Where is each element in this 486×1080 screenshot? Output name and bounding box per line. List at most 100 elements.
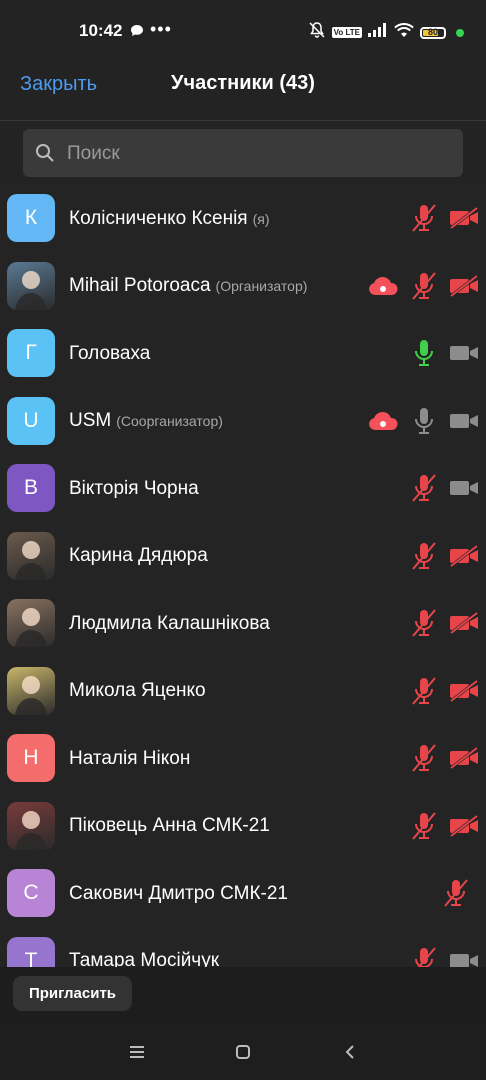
mic-muted-icon[interactable] xyxy=(407,607,441,639)
back-button[interactable] xyxy=(338,1040,362,1064)
avatar xyxy=(7,666,55,715)
participant-name-group: USM (Соорганизатор) xyxy=(69,388,223,455)
status-time: 10:42 xyxy=(79,21,123,40)
video-off-icon[interactable] xyxy=(447,675,481,707)
video-icon[interactable] xyxy=(447,337,481,369)
participant-role: (Организатор) xyxy=(215,278,308,294)
participant-row[interactable]: Людмила Калашнікова xyxy=(0,590,486,657)
avatar xyxy=(7,261,55,310)
cloud-recording-icon xyxy=(366,405,400,437)
invite-button[interactable]: Пригласить xyxy=(13,976,132,1011)
participant-name: Наталія Нікон xyxy=(69,747,191,769)
mic-muted-icon[interactable] xyxy=(407,270,441,302)
search-icon xyxy=(35,143,55,168)
participant-name-group: Піковець Анна СМК-21 xyxy=(69,793,270,860)
avatar: U xyxy=(7,396,55,445)
participant-row[interactable]: Т Тамара Мосійчук xyxy=(0,928,486,967)
participant-role: (я) xyxy=(252,210,270,227)
avatar: К xyxy=(7,194,55,242)
video-icon[interactable] xyxy=(447,472,481,504)
search-box[interactable] xyxy=(23,129,463,179)
participant-row[interactable]: К Колісниченко Ксенія (я) xyxy=(0,185,486,252)
participant-row[interactable]: Микола Яценко xyxy=(0,658,486,725)
privacy-dot-icon xyxy=(456,28,464,37)
search-input[interactable] xyxy=(65,129,449,179)
home-button[interactable] xyxy=(231,1040,255,1064)
status-icons: Vo LTE 80 xyxy=(308,21,464,44)
video-off-icon[interactable] xyxy=(447,202,481,234)
avatar: С xyxy=(7,869,55,917)
mic-muted-icon[interactable] xyxy=(407,540,441,572)
search-bar xyxy=(0,121,486,185)
avatar xyxy=(7,599,55,647)
participant-name-group: Колісниченко Ксенія (я) xyxy=(69,185,270,252)
participant-name: Тамара Мосійчук xyxy=(69,950,220,967)
mic-icon[interactable] xyxy=(407,405,441,437)
mic-icon[interactable] xyxy=(407,337,441,369)
more-icon: ••• xyxy=(150,19,172,39)
avatar xyxy=(7,531,55,580)
participant-name: Mihail Potoroaca xyxy=(69,275,211,296)
avatar xyxy=(7,801,55,850)
message-icon xyxy=(130,24,144,42)
participant-name: USM xyxy=(69,410,112,431)
video-off-icon[interactable] xyxy=(447,810,481,842)
volte-badge: Vo LTE xyxy=(331,27,362,38)
mic-muted-icon[interactable] xyxy=(407,945,441,967)
participant-name: Сакович Дмитро СМК-21 xyxy=(69,882,289,904)
participant-role: (Соорганизатор) xyxy=(116,413,223,429)
participant-row[interactable]: Г Головаха xyxy=(0,320,486,387)
mic-muted-icon[interactable] xyxy=(407,742,441,774)
mute-notification-icon xyxy=(308,21,326,44)
header: Закрыть Участники (43) xyxy=(0,62,486,121)
video-off-icon[interactable] xyxy=(447,270,481,302)
participant-name-group: Сакович Дмитро СМК-21 xyxy=(69,860,288,927)
participant-row[interactable]: U USM (Соорганизатор) xyxy=(0,388,486,455)
signal-icon xyxy=(368,23,388,42)
mic-muted-icon[interactable] xyxy=(407,810,441,842)
participant-row[interactable]: С Сакович Дмитро СМК-21 xyxy=(0,860,486,927)
participant-name-group: Карина Дядюра xyxy=(69,523,208,590)
mic-muted-icon[interactable] xyxy=(407,202,441,234)
participant-row[interactable]: Карина Дядюра xyxy=(0,523,486,590)
page-title: Участники (43) xyxy=(171,72,315,94)
wifi-icon xyxy=(394,22,414,43)
participant-row[interactable]: Н Наталія Нікон xyxy=(0,725,486,792)
avatar: Т xyxy=(7,936,55,967)
video-icon[interactable] xyxy=(447,405,481,437)
participant-name: Микола Яценко xyxy=(69,680,206,701)
participant-name: Головаха xyxy=(69,342,151,364)
participant-name-group: Людмила Калашнікова xyxy=(69,590,270,657)
participant-name-group: Вікторія Чорна xyxy=(69,455,199,522)
video-icon[interactable] xyxy=(447,945,481,967)
system-nav-bar xyxy=(0,1023,486,1080)
participant-name-group: Наталія Нікон xyxy=(69,725,190,792)
recent-apps-button[interactable] xyxy=(125,1040,149,1064)
participant-name-group: Тамара Мосійчук xyxy=(69,928,220,967)
participant-name: Колісниченко Ксенія xyxy=(69,207,248,229)
cloud-recording-icon xyxy=(366,270,400,302)
participants-list[interactable]: К Колісниченко Ксенія (я) Mihail Potoroaca(… xyxy=(0,185,486,967)
participant-name-group: Микола Яценко xyxy=(69,658,206,725)
participant-row[interactable]: Піковець Анна СМК-21 xyxy=(0,793,486,860)
video-off-icon[interactable] xyxy=(447,742,481,774)
participant-name: Людмила Калашнікова xyxy=(69,612,270,634)
participant-name: Карина Дядюра xyxy=(69,545,208,566)
participant-row[interactable]: Mihail Potoroaca (Организатор) xyxy=(0,253,486,320)
battery-level: 80 xyxy=(427,26,438,37)
mic-muted-icon[interactable] xyxy=(407,675,441,707)
video-off-icon[interactable] xyxy=(447,540,481,572)
avatar: Г xyxy=(7,329,55,377)
battery-icon: 80 xyxy=(420,26,446,39)
participant-name: Піковець Анна СМК-21 xyxy=(69,815,270,836)
mic-muted-icon[interactable] xyxy=(439,877,473,909)
mic-muted-icon[interactable] xyxy=(407,472,441,504)
participant-name-group: Mihail Potoroaca (Организатор) xyxy=(69,253,307,320)
status-bar: 10:42 ••• Vo LTE 80 xyxy=(0,0,486,62)
participant-row[interactable]: В Вікторія Чорна xyxy=(0,455,486,522)
participant-name-group: Головаха xyxy=(69,320,150,387)
avatar: В xyxy=(7,464,55,512)
video-off-icon[interactable] xyxy=(447,607,481,639)
participant-name: Вікторія Чорна xyxy=(69,477,199,499)
invite-bar: Пригласить xyxy=(0,967,486,1023)
